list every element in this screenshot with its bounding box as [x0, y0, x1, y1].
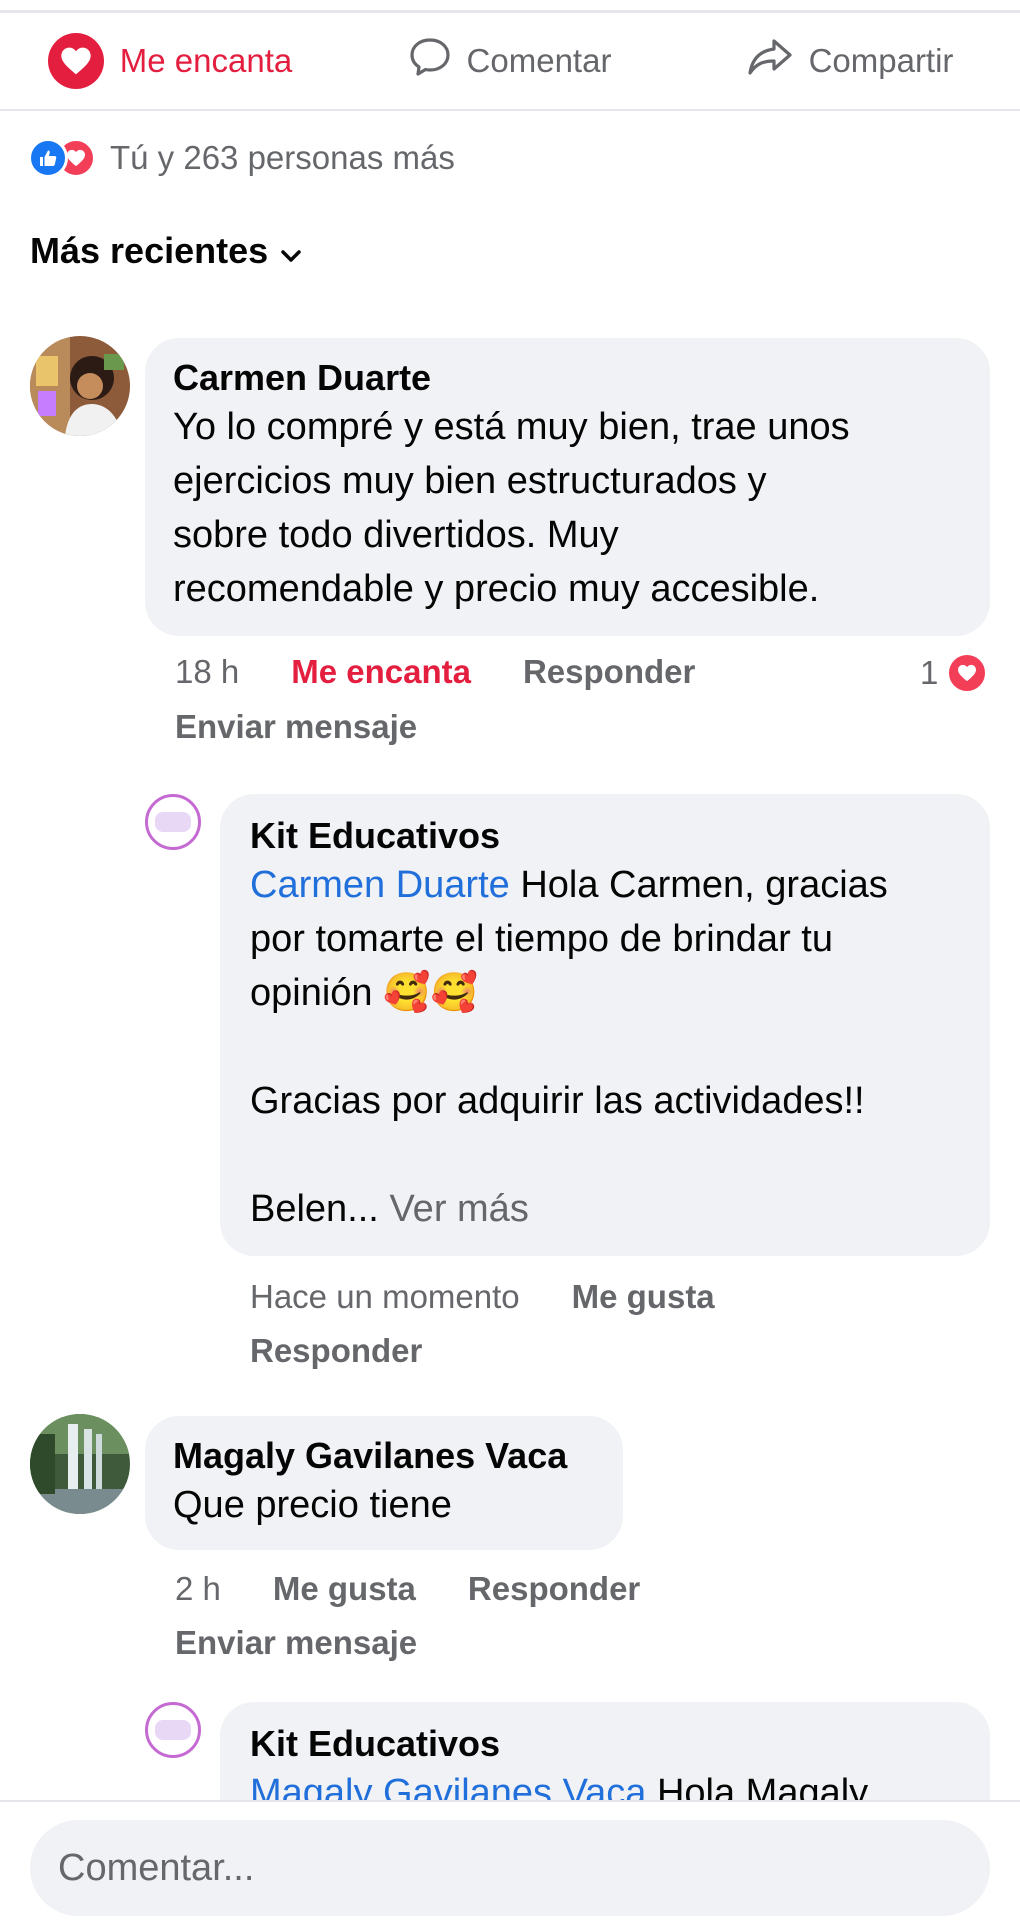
comment-reaction-count[interactable]: 1	[920, 652, 989, 694]
comment-meta: 2 h Me gusta Responder	[175, 1570, 640, 1608]
comment-icon	[409, 37, 451, 85]
mention-link[interactable]: Carmen Duarte	[250, 864, 510, 906]
share-button[interactable]: Compartir	[680, 37, 1020, 85]
reply-text-fragment: opinión	[250, 972, 373, 1014]
send-message-button[interactable]: Enviar mensaje	[175, 1624, 417, 1662]
avatar[interactable]	[145, 794, 201, 850]
reply-bubble: Kit Educativos Carmen Duarte Hola Carmen…	[220, 794, 990, 1256]
comment-author[interactable]: Carmen Duarte	[173, 356, 962, 400]
smiling-face-with-hearts-emoji: 🥰🥰	[383, 972, 478, 1014]
reaction-count-value: 1	[920, 654, 939, 691]
comment-meta: 18 h Me encanta Responder	[175, 653, 695, 691]
reply-text-line: opinión 🥰🥰	[250, 966, 960, 1020]
sort-label: Más recientes	[30, 230, 269, 271]
comment-bubble: Carmen Duarte Yo lo compré y está muy bi…	[145, 338, 990, 636]
chevron-down-icon	[280, 230, 302, 272]
reply-text-line: por tomarte el tiempo de brindar tu	[250, 918, 833, 960]
comment-button[interactable]: Comentar	[340, 37, 680, 85]
comment-like-button[interactable]: Me gusta	[273, 1570, 416, 1608]
reply-author[interactable]: Kit Educativos	[250, 1722, 960, 1766]
comment-text: Que precio tiene	[173, 1484, 452, 1526]
reactions-summary-text: Tú y 263 personas más	[110, 139, 455, 176]
share-label: Compartir	[808, 42, 954, 79]
comment-time[interactable]: 18 h	[175, 653, 239, 691]
send-message-button[interactable]: Enviar mensaje	[175, 708, 417, 746]
love-reaction-icon	[946, 652, 989, 694]
avatar[interactable]	[30, 336, 130, 436]
reply-text-fragment: Belen...	[250, 1188, 379, 1230]
comment-bubble: Magaly Gavilanes Vaca Que precio tiene	[145, 1416, 623, 1550]
reply-time[interactable]: Hace un momento	[250, 1278, 520, 1316]
like-reaction-icon	[28, 138, 68, 178]
comment-time[interactable]: 2 h	[175, 1570, 221, 1608]
comment-reply-button[interactable]: Responder	[468, 1570, 640, 1608]
reply-reply-button[interactable]: Responder	[250, 1332, 422, 1370]
reply-author[interactable]: Kit Educativos	[250, 814, 960, 858]
reply-text-fragment: Hola Carmen, gracias	[509, 864, 888, 906]
share-icon	[747, 37, 793, 85]
love-label: Me encanta	[119, 42, 293, 79]
reply-text-line: Gracias por adquirir las actividades!!	[250, 1080, 865, 1122]
reply-text-line: Carmen Duarte Hola Carmen, gracias	[250, 858, 960, 912]
comment-text: Yo lo compré y está muy bien, trae unos …	[173, 400, 962, 616]
comment-text-line: ejercicios muy bien estructurados y	[173, 460, 767, 502]
reply-meta: Hace un momento Me gusta	[250, 1278, 715, 1316]
see-more-link[interactable]: Ver más	[389, 1188, 528, 1230]
comment-reply-button[interactable]: Responder	[523, 653, 695, 691]
kit-logo-icon	[155, 1720, 191, 1740]
heart-icon	[47, 33, 104, 89]
reply-like-button[interactable]: Me gusta	[572, 1278, 715, 1316]
comment-label: Comentar	[466, 42, 612, 79]
comment-text-line: recomendable y precio muy accesible.	[173, 568, 820, 610]
comment-text-line: sobre todo divertidos. Muy	[173, 514, 619, 556]
comment-author[interactable]: Magaly Gavilanes Vaca	[173, 1434, 595, 1478]
avatar[interactable]	[145, 1702, 201, 1758]
reply-text-line: Belen... Ver más	[250, 1182, 960, 1236]
kit-logo-icon	[155, 812, 191, 832]
comment-love-button[interactable]: Me encanta	[291, 653, 471, 691]
post-action-bar: Me encanta Comentar Compartir	[0, 10, 1020, 111]
reply-text: Carmen Duarte Hola Carmen, gracias por t…	[250, 858, 960, 1236]
comment-composer	[0, 1800, 1020, 1922]
reactions-summary[interactable]: Tú y 263 personas más	[28, 136, 455, 180]
avatar[interactable]	[30, 1414, 130, 1514]
comment-text-line: Yo lo compré y está muy bien, trae unos	[173, 406, 850, 448]
comment-sort-dropdown[interactable]: Más recientes	[30, 230, 302, 272]
love-reaction-button[interactable]: Me encanta	[0, 33, 340, 89]
comment-input[interactable]	[30, 1820, 990, 1916]
